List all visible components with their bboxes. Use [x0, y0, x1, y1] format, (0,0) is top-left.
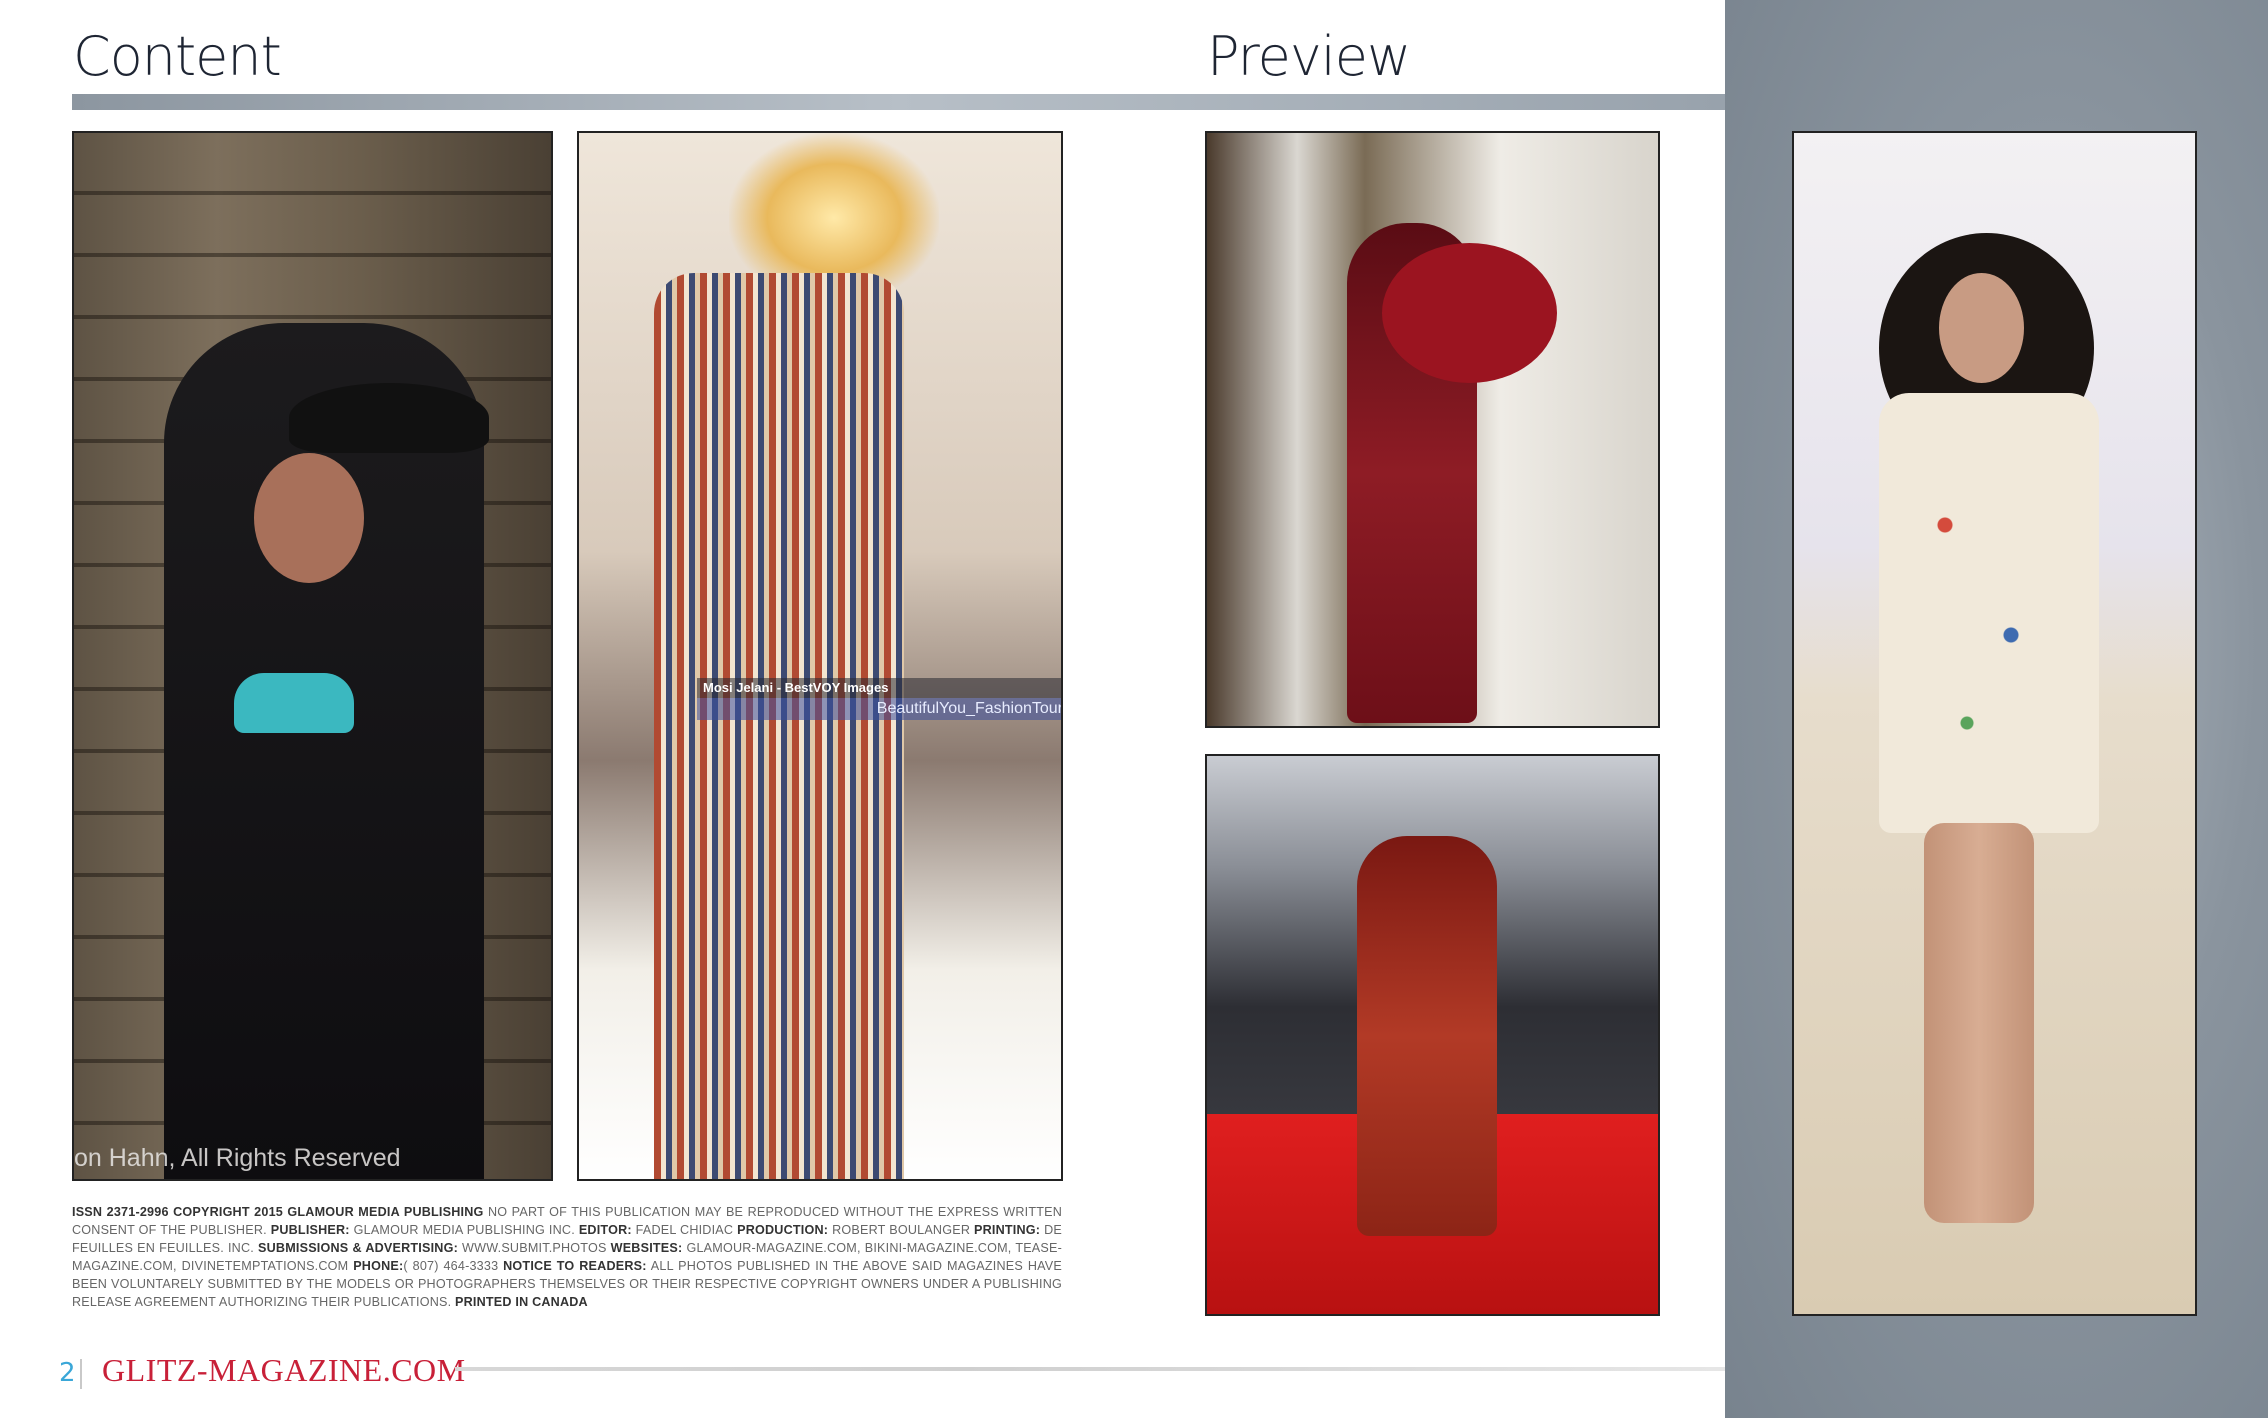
photo-face: [254, 453, 364, 583]
footer-rule: [455, 1367, 1725, 1371]
photo-jumpsuit: [654, 273, 904, 1179]
photo-credit: on Hahn, All Rights Reserved: [74, 1144, 401, 1172]
masthead-readers-label: NOTICE TO READERS:: [503, 1259, 647, 1273]
masthead-editor-label: EDITOR:: [578, 1223, 632, 1237]
photo-red-sequin-gown-model: [1205, 131, 1660, 728]
photo-dress: [1357, 836, 1497, 1236]
photo-romper: [1879, 393, 2099, 833]
content-heading: Content: [73, 25, 282, 88]
photo-legs: [1924, 823, 2034, 1223]
photo-cowboy-hat-model: on Hahn, All Rights Reserved: [72, 131, 553, 1181]
masthead-publisher: GLAMOUR MEDIA PUBLISHING INC.: [349, 1223, 579, 1237]
masthead-issn: ISSN 2371-2996 COPYRIGHT 2015 GLAMOUR ME…: [72, 1205, 484, 1219]
masthead-printing-label: PRINTING:: [974, 1223, 1041, 1237]
photo-face: [1939, 273, 2024, 383]
masthead-submissions: WWW.SUBMIT.PHOTOS: [458, 1241, 611, 1255]
footer-separator: [80, 1359, 82, 1389]
photo-red-carpet-model: [1205, 754, 1660, 1316]
masthead-websites-label: WEBSITES:: [610, 1241, 683, 1255]
watermark-tag: BeautifulYou_FashionTour: [697, 698, 1061, 720]
heading-rule: [72, 94, 1725, 110]
footer-brand-link[interactable]: GLITZ-MAGAZINE.COM: [102, 1352, 466, 1389]
masthead-editor: FADEL CHIDIAC: [631, 1223, 738, 1237]
preview-heading: Preview: [1207, 25, 1411, 88]
photo-hat: [289, 383, 489, 453]
masthead-phone: ( 807) 464-3333: [403, 1259, 504, 1273]
photo-floral-romper-model: [1792, 131, 2197, 1316]
watermark-photographer: Mosi Jelani - BestVOY Images: [697, 678, 1061, 698]
masthead-publisher-label: PUBLISHER:: [270, 1223, 350, 1237]
masthead-printed: PRINTED IN CANADA: [455, 1295, 588, 1309]
masthead-production: ROBERT BOULANGER: [828, 1223, 975, 1237]
photo-fur-stole: [1382, 243, 1557, 383]
masthead-fine-print: ISSN 2371-2996 COPYRIGHT 2015 GLAMOUR ME…: [72, 1203, 1062, 1311]
page-number: 2: [59, 1358, 76, 1388]
photo-top: [234, 673, 354, 733]
masthead-production-label: PRODUCTION:: [737, 1223, 829, 1237]
masthead-submissions-label: SUBMISSIONS & ADVERTISING:: [258, 1241, 458, 1255]
masthead-phone-label: PHONE:: [353, 1259, 404, 1273]
photo-striped-jumpsuit-model: Mosi Jelani - BestVOY Images BeautifulYo…: [577, 131, 1063, 1181]
photo-watermark: Mosi Jelani - BestVOY Images BeautifulYo…: [697, 678, 1061, 720]
